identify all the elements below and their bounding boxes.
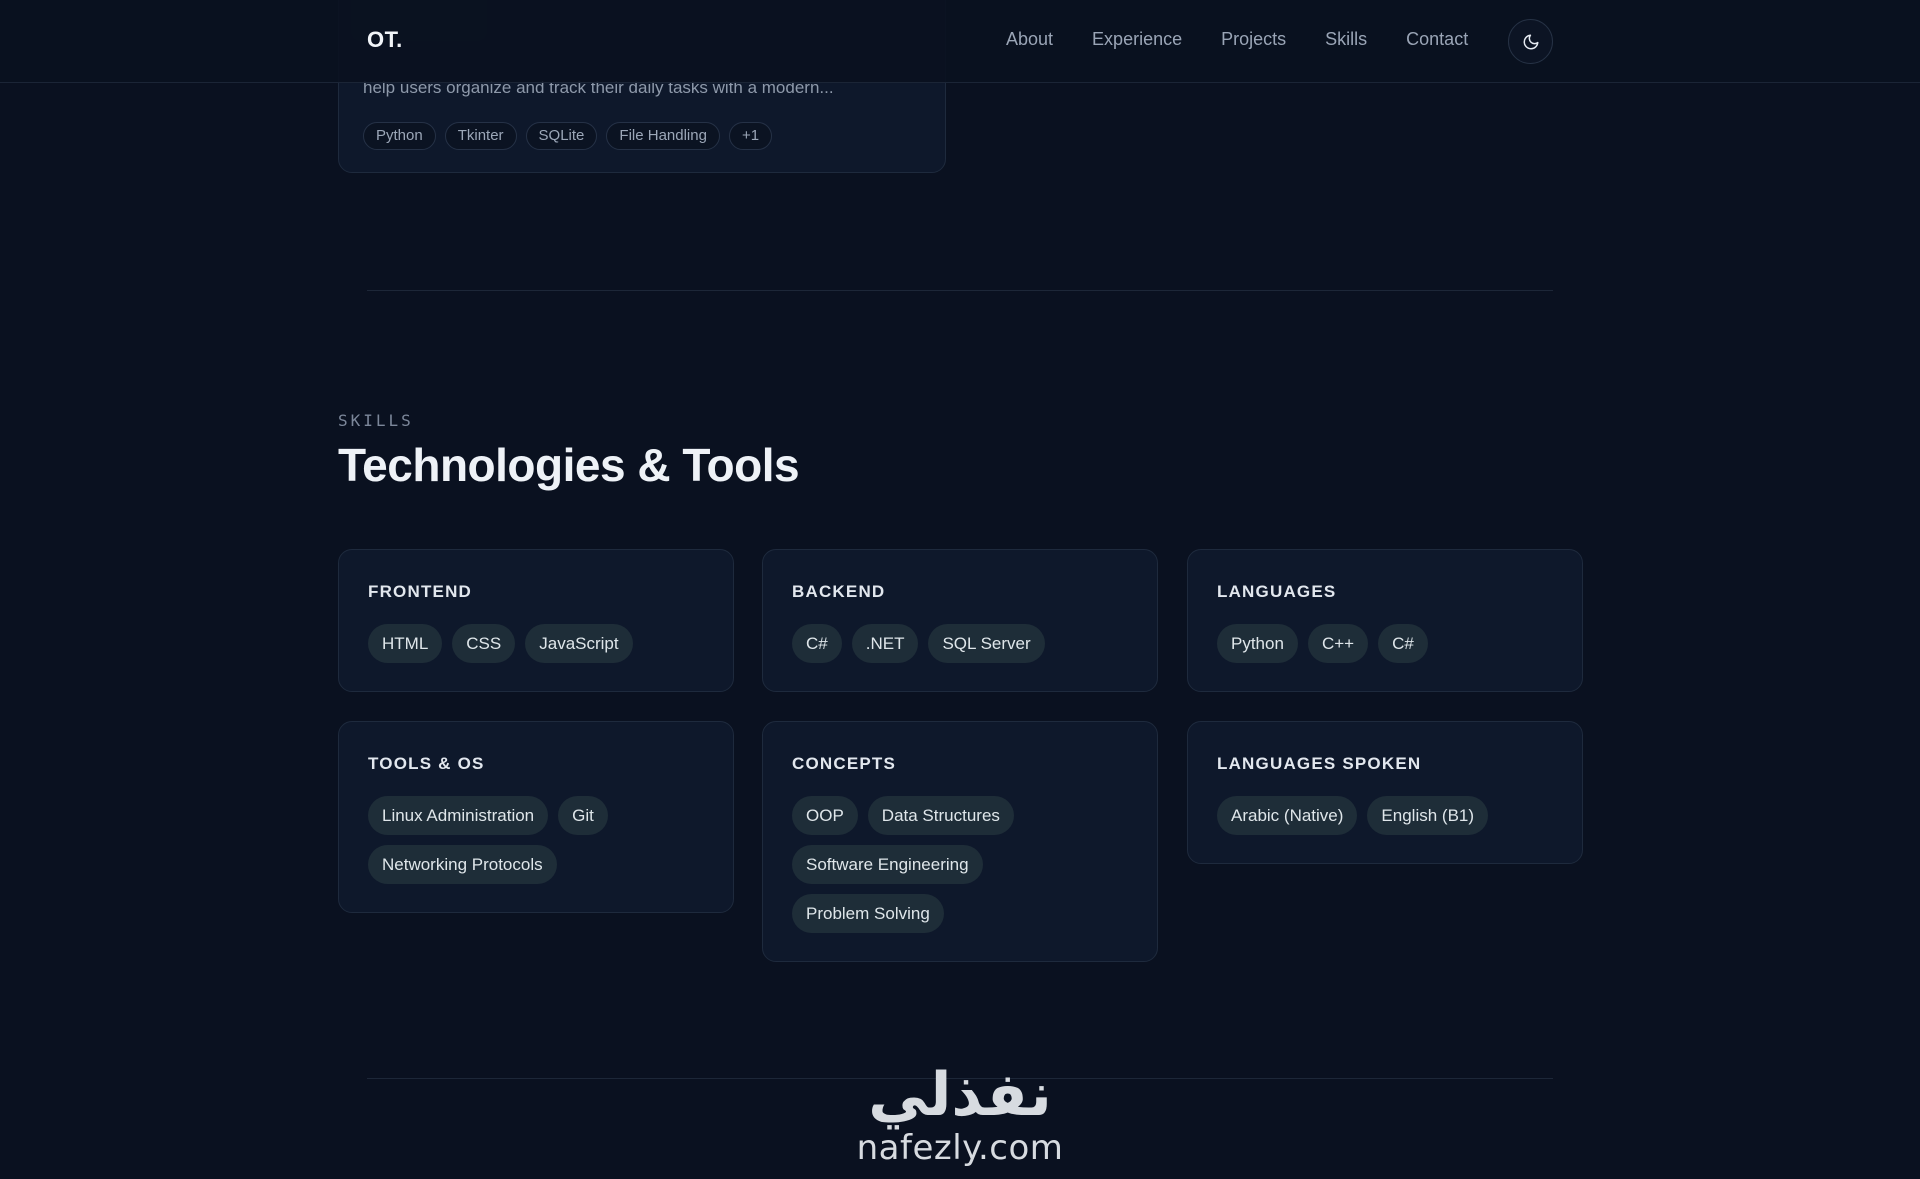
portfolio-page: help users organize and track their dail…	[0, 0, 1920, 1179]
skill-chip: .NET	[851, 624, 919, 663]
skill-chip: SQL Server	[928, 624, 1045, 663]
nav-link-contact[interactable]: Contact	[1406, 29, 1468, 50]
watermark-url: nafezly.com	[856, 1128, 1064, 1168]
project-tag: File Handling	[606, 122, 720, 150]
skill-card-title: LANGUAGES SPOKEN	[1217, 754, 1422, 773]
nav-links: About Experience Projects Skills Contact	[1006, 29, 1507, 50]
skill-chip: Python	[1217, 624, 1298, 663]
skill-chip: JavaScript	[525, 624, 633, 663]
skill-chips: Arabic (Native) English (B1)	[1217, 796, 1557, 845]
theme-toggle-button[interactable]	[1508, 19, 1553, 64]
section-eyebrow: SKILLS	[338, 411, 414, 430]
skill-chip: C#	[1378, 624, 1428, 663]
skill-chips: OOP Data Structures Software Engineering…	[792, 796, 1132, 943]
skill-card-languages: LANGUAGES Python C++ C#	[1187, 549, 1583, 692]
skill-card-title: BACKEND	[792, 582, 886, 601]
section-title: Technologies & Tools	[338, 439, 800, 491]
watermark-arabic: نفذلي	[868, 1060, 1052, 1130]
skill-card-title: FRONTEND	[368, 582, 473, 601]
skill-chips: Python C++ C#	[1217, 624, 1557, 673]
skill-chip: English (B1)	[1367, 796, 1489, 835]
skill-card-frontend: FRONTEND HTML CSS JavaScript	[338, 549, 734, 692]
skill-chip: Git	[558, 796, 608, 835]
skill-chip: Linux Administration	[368, 796, 549, 835]
project-tag-more[interactable]: +1	[728, 122, 773, 150]
skill-chip: HTML	[368, 624, 443, 663]
nav-link-projects[interactable]: Projects	[1221, 29, 1286, 50]
nav-link-skills[interactable]: Skills	[1325, 29, 1367, 50]
skill-chip: Networking Protocols	[368, 845, 557, 884]
skill-card-languages-spoken: LANGUAGES SPOKEN Arabic (Native) English…	[1187, 721, 1583, 864]
skill-chip: Data Structures	[867, 796, 1014, 835]
skill-chip: C#	[792, 624, 842, 663]
skill-chip: Arabic (Native)	[1217, 796, 1358, 835]
skill-chip: C++	[1307, 624, 1369, 663]
skill-chips: C# .NET SQL Server	[792, 624, 1132, 673]
skill-chips: HTML CSS JavaScript	[368, 624, 708, 673]
project-tags: Python Tkinter SQLite File Handling +1	[363, 122, 781, 150]
section-divider	[367, 290, 1553, 291]
project-tag: Tkinter	[444, 122, 517, 150]
skill-chips: Linux Administration Git Networking Prot…	[368, 796, 708, 894]
skill-chip: Problem Solving	[792, 894, 944, 933]
skill-card-backend: BACKEND C# .NET SQL Server	[762, 549, 1158, 692]
skill-chip: CSS	[452, 624, 516, 663]
project-tag: SQLite	[525, 122, 598, 150]
skill-card-tools-os: TOOLS & OS Linux Administration Git Netw…	[338, 721, 734, 913]
skill-card-title: TOOLS & OS	[368, 754, 485, 773]
site-logo[interactable]: OT.	[367, 27, 403, 53]
skill-card-title: CONCEPTS	[792, 754, 897, 773]
nav-link-experience[interactable]: Experience	[1092, 29, 1182, 50]
skill-chip: Software Engineering	[792, 845, 983, 884]
project-tag: Python	[363, 122, 436, 150]
skill-card-title: LANGUAGES	[1217, 582, 1337, 601]
nav-link-about[interactable]: About	[1006, 29, 1053, 50]
navbar: OT. About Experience Projects Skills Con…	[0, 0, 1920, 83]
moon-icon	[1523, 34, 1538, 49]
skill-card-concepts: CONCEPTS OOP Data Structures Software En…	[762, 721, 1158, 962]
watermark-logo: نفذلي nafezly.com	[840, 1062, 1080, 1179]
skill-chip: OOP	[792, 796, 858, 835]
